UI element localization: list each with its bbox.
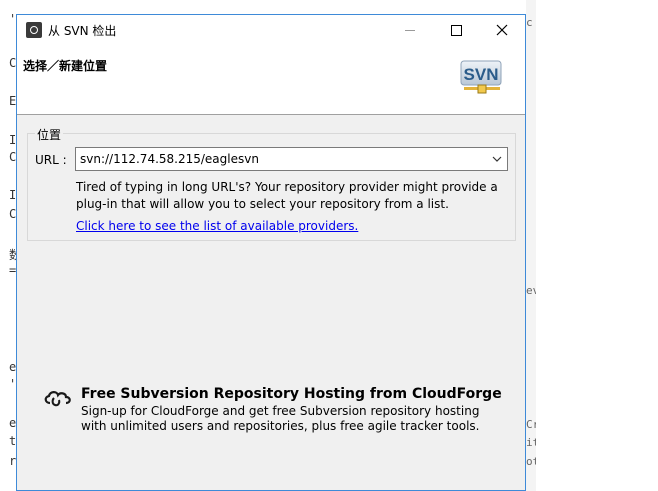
svn-logo-text: SVN (464, 65, 499, 84)
editor-char: ot (526, 455, 536, 468)
url-label: URL : (35, 153, 67, 167)
svn-logo-icon: SVN (460, 60, 502, 94)
cloudforge-title: Free Subversion Repository Hosting from … (81, 386, 502, 402)
editor-char: it (526, 436, 536, 449)
url-help-text: Tired of typing in long URL's? Your repo… (76, 180, 498, 211)
location-group-legend: 位置 (35, 126, 64, 143)
background-editor-right-strip: c ev Cr it ot (526, 0, 536, 491)
cloudforge-icon (44, 391, 71, 407)
editor-char: Cr (526, 418, 536, 431)
eclipse-app-icon (26, 22, 42, 38)
page-title: 选择／新建位置 (23, 59, 108, 73)
chevron-down-icon (492, 156, 502, 162)
providers-link[interactable]: Click here to see the list of available … (76, 219, 358, 233)
title-bar[interactable]: 从 SVN 检出 (17, 15, 525, 45)
background-editor-left-strip: ' C E I C I C 数 = e ' e t r (0, 0, 17, 491)
wizard-header: 选择／新建位置 SVN (17, 45, 525, 115)
editor-char: ev (526, 284, 536, 297)
maximize-icon (450, 24, 462, 36)
minimize-button[interactable] (387, 15, 433, 45)
url-combobox[interactable] (75, 147, 508, 171)
svn-checkout-dialog: 从 SVN 检出 选择／新建位置 SVN 位置 URL: svn://112.… (16, 14, 526, 491)
cloudforge-description: Sign-up for CloudForge and get free Subv… (81, 404, 480, 433)
editor-char: c (526, 16, 533, 29)
url-dropdown-button[interactable] (489, 151, 505, 167)
window-title: 从 SVN 检出 (48, 24, 117, 38)
close-icon (496, 24, 508, 36)
close-button[interactable] (479, 15, 525, 45)
maximize-button[interactable] (433, 15, 479, 45)
url-input[interactable] (76, 148, 492, 170)
minimize-icon (405, 29, 415, 31)
